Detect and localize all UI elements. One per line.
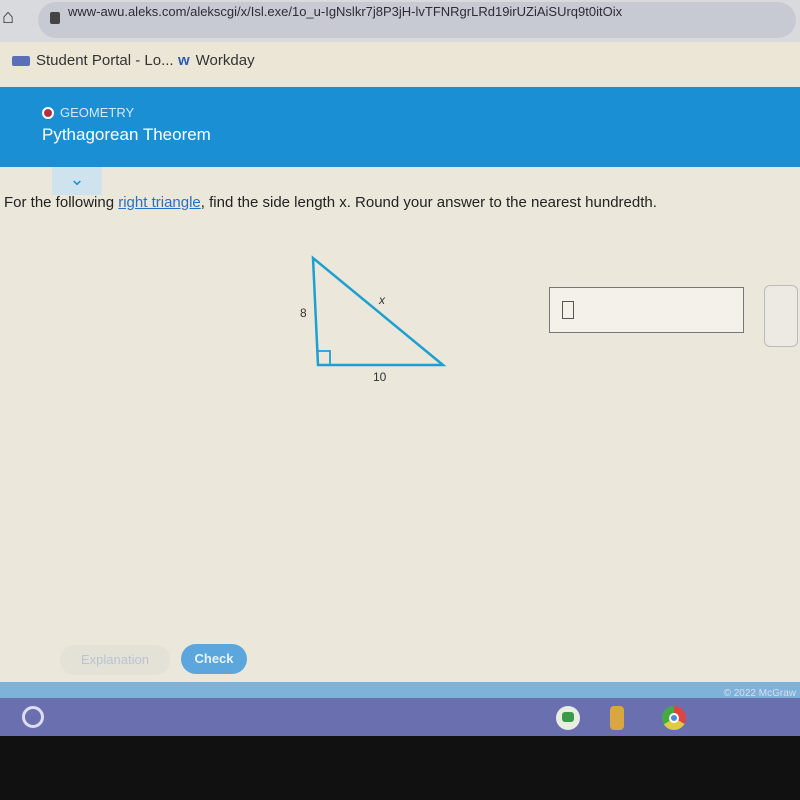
right-triangle-link[interactable]: right triangle (118, 194, 201, 211)
bookmark-workday[interactable]: w Workday (178, 52, 255, 69)
bookmark-label: Workday (195, 52, 255, 69)
chevron-down-icon[interactable]: ⌄ (52, 167, 102, 195)
messages-icon[interactable] (556, 706, 580, 730)
topic-dot-icon (42, 106, 54, 119)
side-tool-button[interactable] (764, 285, 798, 347)
label-hypotenuse: x (378, 293, 386, 307)
taskbar (0, 698, 800, 736)
bookmarks-bar: Student Portal - Lo... w Workday (0, 42, 800, 87)
portal-icon (12, 55, 30, 66)
browser-address-bar: ⌂ www-awu.aleks.com/alekscgi/x/Isl.exe/1… (0, 0, 800, 42)
lock-icon (50, 12, 60, 24)
page-title: Pythagorean Theorem (42, 125, 211, 144)
url-text[interactable]: www-awu.aleks.com/alekscgi/x/Isl.exe/1o_… (68, 4, 790, 19)
label-horizontal-leg: 10 (373, 370, 387, 384)
home-icon[interactable]: ⌂ (2, 6, 14, 29)
chrome-icon[interactable] (662, 706, 686, 730)
question-prefix: For the following (4, 194, 119, 211)
triangle-figure: 8 10 x (300, 255, 447, 384)
check-button[interactable]: Check (181, 644, 247, 674)
topic-label: GEOMETRY (42, 105, 134, 120)
bookmark-label: Student Portal - Lo... (36, 52, 174, 69)
answer-input[interactable] (549, 287, 744, 333)
label-vertical-leg: 8 (300, 306, 307, 320)
workday-icon: w (178, 52, 190, 69)
right-angle-mark (318, 350, 331, 365)
topic-header: GEOMETRY Pythagorean Theorem (0, 87, 800, 167)
question-panel: ⌄ For the following right triangle, find… (0, 167, 800, 682)
bookmark-student-portal[interactable]: Student Portal - Lo... (12, 52, 174, 69)
answer-cursor (562, 301, 574, 319)
question-text: For the following right triangle, find t… (4, 194, 796, 211)
topic-text: GEOMETRY (60, 105, 135, 120)
explanation-button[interactable]: Explanation (60, 645, 170, 675)
launcher-icon[interactable] (22, 706, 44, 728)
triangle-shape (311, 255, 447, 367)
question-suffix: , find the side length x. Round your ans… (200, 194, 657, 211)
files-icon[interactable] (610, 706, 624, 730)
